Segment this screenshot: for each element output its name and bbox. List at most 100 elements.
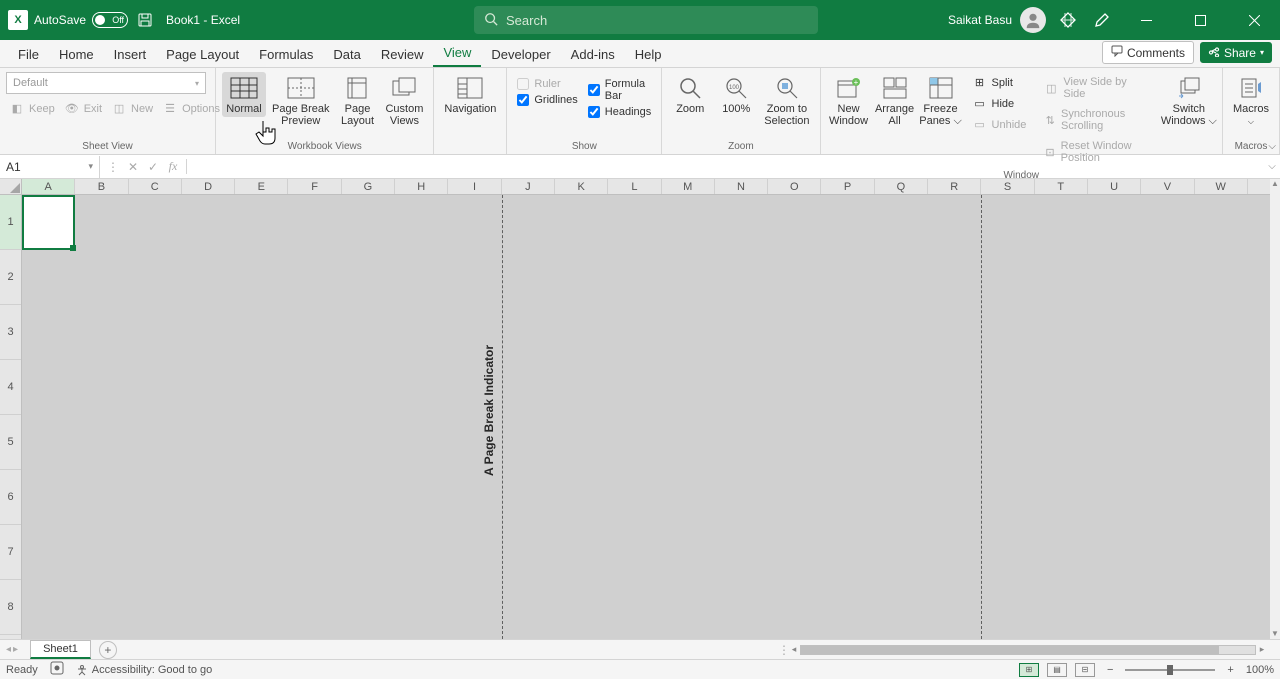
share-button[interactable]: Share ▾	[1200, 42, 1272, 63]
user-account[interactable]: Saikat Basu	[948, 7, 1046, 33]
zoom-100-button[interactable]: 100 100%	[714, 72, 758, 117]
headings-checkbox[interactable]: Headings	[588, 106, 651, 118]
spreadsheet-grid[interactable]: ABCDEFGHIJKLMNOPQRSTUVW 12345678 A Page …	[0, 179, 1280, 639]
close-button[interactable]	[1232, 0, 1276, 40]
column-header[interactable]: C	[129, 179, 182, 194]
tab-page-layout[interactable]: Page Layout	[156, 41, 249, 67]
page-break-view-icon[interactable]: ⊟	[1075, 663, 1095, 677]
name-box[interactable]: A1 ▾	[0, 156, 100, 178]
column-header[interactable]: D	[182, 179, 235, 194]
tab-data[interactable]: Data	[323, 41, 370, 67]
column-header[interactable]: P	[821, 179, 874, 194]
toggle-switch[interactable]: Off	[92, 12, 128, 28]
zoom-level[interactable]: 100%	[1246, 664, 1274, 676]
tab-developer[interactable]: Developer	[481, 41, 560, 67]
autosave-toggle[interactable]: AutoSave Off	[34, 12, 128, 28]
formula-bar-checkbox[interactable]: Formula Bar	[588, 78, 651, 102]
add-sheet-button[interactable]: +	[99, 641, 117, 659]
column-header[interactable]: R	[928, 179, 981, 194]
search-input[interactable]	[506, 13, 808, 28]
sheet-tab[interactable]: Sheet1	[30, 640, 91, 659]
column-header[interactable]: J	[502, 179, 555, 194]
column-header[interactable]: Q	[875, 179, 928, 194]
scroll-right-icon[interactable]: ▸	[1256, 644, 1268, 655]
column-header[interactable]: H	[395, 179, 448, 194]
vertical-scrollbar[interactable]: ▲ ▼	[1270, 179, 1280, 639]
row-header[interactable]: 6	[0, 470, 21, 525]
zoom-button[interactable]: Zoom	[668, 72, 712, 117]
row-header[interactable]: 2	[0, 250, 21, 305]
row-header[interactable]: 3	[0, 305, 21, 360]
gridlines-checkbox[interactable]: Gridlines	[517, 94, 577, 106]
row-header[interactable]: 4	[0, 360, 21, 415]
column-header[interactable]: B	[75, 179, 128, 194]
tab-formulas[interactable]: Formulas	[249, 41, 323, 67]
search-box[interactable]	[474, 6, 818, 34]
new-window-button[interactable]: + New Window	[827, 72, 871, 129]
select-all-corner[interactable]	[0, 179, 22, 195]
column-header[interactable]: U	[1088, 179, 1141, 194]
accessibility-status[interactable]: Accessibility: Good to go	[76, 664, 212, 676]
hide-button[interactable]: ▭Hide	[969, 95, 1031, 112]
zoom-out-button[interactable]: −	[1103, 664, 1117, 676]
expand-formula-bar[interactable]: ⌵	[1264, 161, 1280, 172]
column-header[interactable]: A	[22, 179, 75, 194]
diamond-icon[interactable]	[1056, 8, 1080, 32]
navigation-button[interactable]: Navigation	[440, 72, 500, 117]
freeze-panes-button[interactable]: Freeze Panes ⌵	[919, 72, 963, 129]
page-layout-view-icon[interactable]: ▤	[1047, 663, 1067, 677]
scroll-up-icon[interactable]: ▲	[1270, 179, 1280, 189]
switch-windows-button[interactable]: Switch Windows ⌵	[1162, 72, 1216, 129]
column-header[interactable]: W	[1195, 179, 1248, 194]
column-header[interactable]: O	[768, 179, 821, 194]
pen-icon[interactable]	[1090, 8, 1114, 32]
row-header[interactable]: 8	[0, 580, 21, 635]
tab-insert[interactable]: Insert	[104, 41, 157, 67]
chevron-down-icon[interactable]: ▾	[88, 161, 93, 172]
column-header[interactable]: T	[1035, 179, 1088, 194]
column-header[interactable]: I	[448, 179, 501, 194]
page-layout-button[interactable]: Page Layout	[335, 72, 379, 129]
custom-views-button[interactable]: Custom Views	[381, 72, 427, 129]
tab-home[interactable]: Home	[49, 41, 104, 67]
cells-area[interactable]: A Page Break Indicator	[22, 195, 1270, 639]
scroll-down-icon[interactable]: ▼	[1270, 629, 1280, 639]
column-header[interactable]: K	[555, 179, 608, 194]
row-headers[interactable]: 12345678	[0, 195, 22, 639]
macros-button[interactable]: Macros⌵	[1229, 72, 1273, 130]
page-break-preview-button[interactable]: Page Break Preview	[268, 72, 333, 129]
zoom-selection-button[interactable]: Zoom to Selection	[760, 72, 813, 129]
tab-review[interactable]: Review	[371, 41, 434, 67]
collapse-ribbon-button[interactable]: ⌵	[1268, 141, 1276, 152]
column-header[interactable]: S	[981, 179, 1034, 194]
tab-view[interactable]: View	[433, 39, 481, 67]
more-icon[interactable]: ⋮	[104, 160, 122, 174]
split-button[interactable]: ⊞Split	[969, 74, 1031, 91]
save-button[interactable]	[134, 9, 156, 31]
column-header[interactable]: V	[1141, 179, 1194, 194]
arrange-all-button[interactable]: Arrange All	[873, 72, 917, 129]
horizontal-scrollbar[interactable]: ⋮ ◂ ▸	[778, 643, 1268, 657]
column-header[interactable]: F	[288, 179, 341, 194]
prev-sheet-icon[interactable]: ◂	[6, 644, 11, 655]
zoom-in-button[interactable]: +	[1223, 664, 1237, 676]
scroll-left-icon[interactable]: ◂	[788, 644, 800, 655]
comments-button[interactable]: Comments	[1102, 41, 1194, 64]
zoom-slider[interactable]	[1125, 669, 1215, 671]
column-header[interactable]: M	[662, 179, 715, 194]
tab-add-ins[interactable]: Add-ins	[561, 41, 625, 67]
column-header[interactable]: N	[715, 179, 768, 194]
fx-icon[interactable]: fx	[164, 159, 182, 174]
column-header[interactable]: L	[608, 179, 661, 194]
row-header[interactable]: 5	[0, 415, 21, 470]
column-header[interactable]: E	[235, 179, 288, 194]
macro-record-icon[interactable]	[50, 661, 64, 678]
column-header[interactable]: G	[342, 179, 395, 194]
normal-view-icon[interactable]: ⊞	[1019, 663, 1039, 677]
normal-view-button[interactable]: Normal	[222, 72, 266, 117]
scrollbar-thumb[interactable]	[801, 646, 1219, 654]
sheet-view-dropdown[interactable]: Default ▾	[6, 72, 206, 94]
tab-help[interactable]: Help	[625, 41, 672, 67]
minimize-button[interactable]	[1124, 0, 1168, 40]
row-header[interactable]: 7	[0, 525, 21, 580]
